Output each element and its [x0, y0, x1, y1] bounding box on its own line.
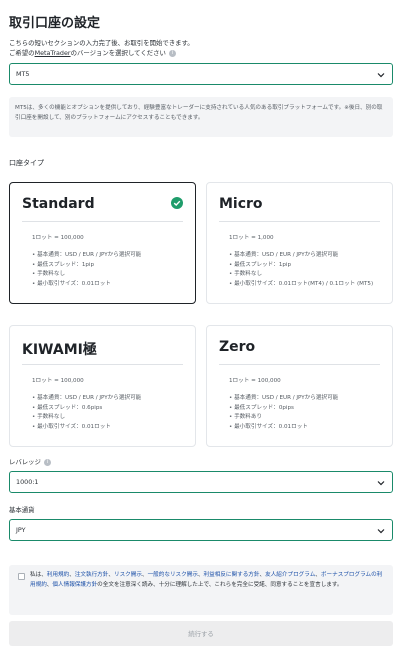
leverage-label-text: レバレッジ: [9, 458, 41, 466]
feature-item: • 最小取引サイズ：0.01ロット: [229, 423, 308, 430]
feature-item: • 基本通貨：USD / EUR / JPYから選択可能: [229, 252, 339, 258]
general-risk-link[interactable]: 一般的なリスク開示: [148, 572, 198, 578]
card-features: • 基本通貨：USD / EUR / JPYから選択可能 • 最低スプレッド：0…: [229, 394, 384, 432]
card-features: • 基本通貨：USD / EUR / JPYから選択可能 • 最低スプレッド：1…: [229, 251, 384, 289]
account-card-kiwami[interactable]: KIWAMI極 1ロット = 100,000 • 基本通貨：USD / EUR …: [9, 325, 196, 447]
feature-item: • 最小取引サイズ：0.01ロット(MT4) / 0.1ロット (MT5): [229, 280, 374, 287]
card-lot-size: 1ロット = 100,000: [229, 378, 281, 384]
check-circle-icon: [171, 197, 183, 209]
card-features: • 基本通貨：USD / EUR / JPYから選択可能 • 最低スプレッド：0…: [32, 394, 187, 432]
leverage-select[interactable]: 1000:1: [9, 471, 393, 493]
intro-text: こちらの短いセクションの入力完了後、お取引を開始できます。 ご希望のMetaTr…: [9, 38, 394, 58]
currency-label: 基本通貨: [9, 506, 35, 514]
card-divider: [219, 364, 380, 365]
feature-item: • 最低スプレッド：1pip: [229, 261, 292, 268]
terms-text-part: の全文を注意深く読み、十分に理解した上で、これらを完全に受諾、同意することを宣言…: [97, 581, 343, 588]
feature-item: • 手数料なし: [32, 414, 66, 420]
page-title: 取引口座の設定: [9, 16, 101, 31]
feature-item: • 基本通貨：USD / EUR / JPYから選択可能: [32, 252, 142, 258]
terms-link[interactable]: 利用規約: [47, 572, 69, 578]
intro-line-2: ご希望のMetaTraderのバージョンを選択してください i: [9, 48, 394, 58]
card-divider: [22, 221, 183, 222]
intro-line-1: こちらの短いセクションの入力完了後、お取引を開始できます。: [9, 39, 194, 47]
feature-item: • 手数料なし: [32, 271, 66, 277]
privacy-policy-link[interactable]: 個人情報保護方針: [52, 582, 97, 588]
leverage-select-value: 1000:1: [16, 478, 39, 486]
card-lot-size: 1ロット = 1,000: [229, 235, 274, 241]
card-title: Micro: [219, 196, 263, 212]
feature-item: • 手数料なし: [229, 271, 263, 277]
terms-text: 私は、利用規約、注文執行方針、リスク開示、一般的なリスク開示、利益相反に関する方…: [30, 571, 385, 590]
feature-item: • 最小取引サイズ：0.01ロット: [32, 423, 111, 430]
feature-item: • 最低スプレッド：0pips: [229, 404, 294, 411]
card-title: Zero: [219, 339, 256, 355]
card-title: KIWAMI極: [22, 342, 97, 358]
account-card-micro[interactable]: Micro 1ロット = 1,000 • 基本通貨：USD / EUR / JP…: [206, 182, 393, 304]
account-type-label: 口座タイプ: [9, 159, 44, 167]
platform-description: MT5は、多くの機能とオプションを提供しており、経験豊富なトレーダーに支持されて…: [9, 97, 393, 137]
risk-disclosure-link[interactable]: リスク開示: [114, 572, 142, 578]
referral-program-link[interactable]: 友人紹介プログラム: [265, 572, 315, 578]
account-card-standard[interactable]: Standard 1ロット = 100,000 • 基本通貨：USD / EUR…: [9, 182, 196, 304]
card-title: Standard: [22, 196, 95, 212]
metatrader-link[interactable]: MetaTrader: [35, 49, 71, 57]
intro-prefix: ご希望の: [9, 49, 35, 57]
terms-text-part: 私は、: [30, 572, 47, 578]
card-features: • 基本通貨：USD / EUR / JPYから選択可能 • 最低スプレッド：1…: [32, 251, 187, 289]
feature-item: • 基本通貨：USD / EUR / JPYから選択可能: [32, 395, 142, 401]
chevron-down-icon: [377, 529, 385, 534]
account-card-zero[interactable]: Zero 1ロット = 100,000 • 基本通貨：USD / EUR / J…: [206, 325, 393, 447]
platform-select-value: MT5: [16, 70, 30, 78]
card-divider: [22, 364, 183, 365]
terms-checkbox[interactable]: [18, 573, 25, 580]
chevron-down-icon: [377, 73, 385, 78]
card-lot-size: 1ロット = 100,000: [32, 378, 84, 384]
conflict-of-interest-link[interactable]: 利益相反に関する方針: [204, 572, 260, 578]
leverage-label: レバレッジ i: [9, 457, 51, 466]
intro-suffix: のバージョンを選択してください: [70, 49, 166, 57]
continue-button-label: 続行する: [188, 631, 214, 638]
currency-select-value: JPY: [16, 526, 26, 534]
feature-item: • 最低スプレッド：0.6pips: [32, 404, 103, 411]
info-icon[interactable]: i: [43, 458, 51, 466]
card-lot-size: 1ロット = 100,000: [32, 235, 84, 241]
card-divider: [219, 221, 380, 222]
feature-item: • 最小取引サイズ：0.01ロット: [32, 280, 111, 287]
platform-select[interactable]: MT5: [9, 63, 393, 85]
order-execution-link[interactable]: 注文執行方針: [75, 572, 109, 578]
continue-button[interactable]: 続行する: [9, 621, 393, 646]
feature-item: • 最低スプレッド：1pip: [32, 261, 95, 268]
chevron-down-icon: [377, 481, 385, 486]
feature-item: • 手数料あり: [229, 414, 263, 420]
currency-select[interactable]: JPY: [9, 519, 393, 541]
info-icon[interactable]: i: [168, 49, 176, 57]
feature-item: • 基本通貨：USD / EUR / JPYから選択可能: [229, 395, 339, 401]
terms-box: 私は、利用規約、注文執行方針、リスク開示、一般的なリスク開示、利益相反に関する方…: [9, 565, 393, 615]
